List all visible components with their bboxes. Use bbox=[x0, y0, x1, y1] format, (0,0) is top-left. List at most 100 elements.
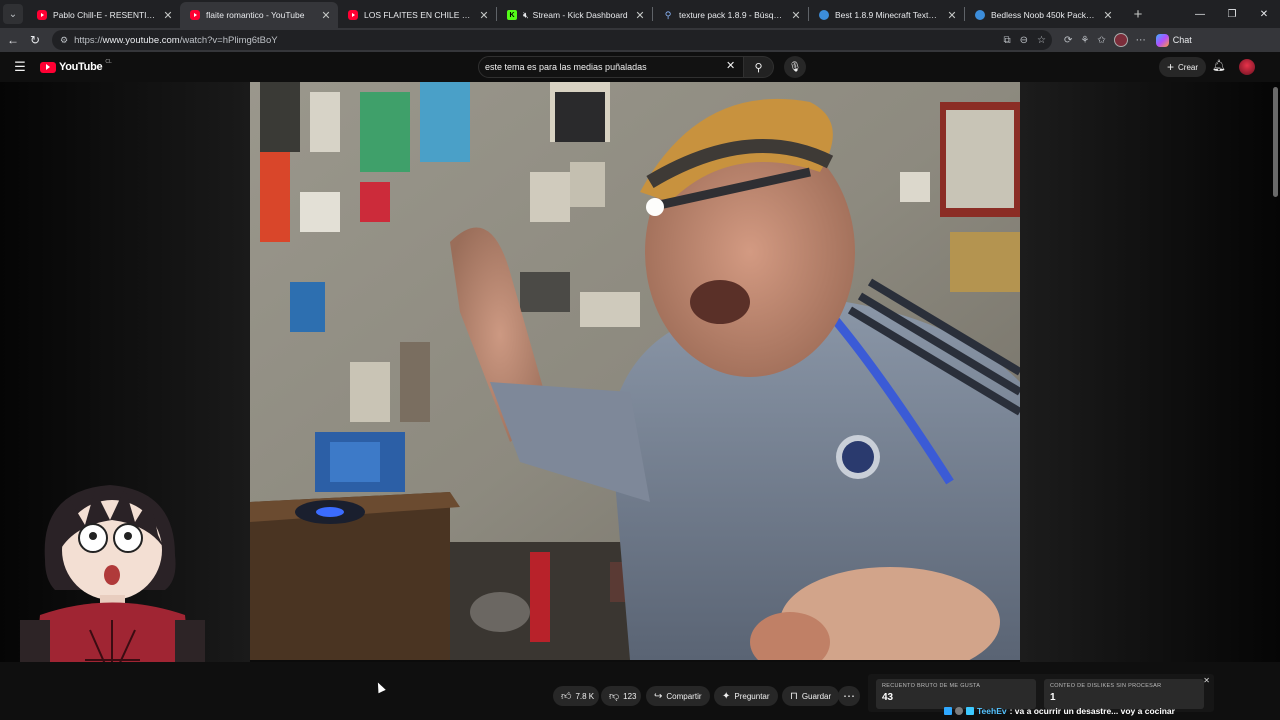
raw-dislikes-label: CONTEO DE DISLIKES SIN PROCESAR bbox=[1050, 683, 1162, 689]
raw-dislikes-value: 1 bbox=[1050, 692, 1056, 703]
close-icon[interactable]: ✕ bbox=[634, 9, 646, 22]
share-button[interactable]: ↪ Compartir bbox=[646, 686, 710, 706]
tab-title: texture pack 1.8.9 - Búsqueda bbox=[679, 10, 784, 20]
zoom-icon[interactable]: ⊖ bbox=[1020, 35, 1028, 46]
extensions-icon[interactable]: ⚘ bbox=[1080, 35, 1089, 46]
close-window-icon[interactable]: ✕ bbox=[1248, 9, 1280, 20]
like-button[interactable]: 👍︎ 7.8 K bbox=[553, 686, 599, 706]
microphone-icon: 🎙︎ bbox=[788, 61, 802, 73]
tab-texture-pack-search[interactable]: ⚲ texture pack 1.8.9 - Búsqueda ✕ bbox=[653, 2, 808, 28]
browser-tab-strip: ⌄ Pablo Chill-E - RESENTIA - YouTube ✕ f… bbox=[0, 0, 1280, 28]
tab-title: flaite romantico - YouTube bbox=[206, 10, 305, 20]
profile-avatar[interactable] bbox=[1113, 33, 1128, 47]
close-icon[interactable]: ✕ bbox=[1102, 9, 1114, 22]
omnibox-actions: ⧉ ⊖ ☆ bbox=[1004, 35, 1053, 46]
address-bar[interactable]: ⚙ https://www.youtube.com/watch?v=hPlimg… bbox=[52, 30, 1052, 50]
ask-button[interactable]: ✦ Preguntar bbox=[714, 686, 778, 706]
thumbs-down-icon: 👎︎ bbox=[609, 691, 620, 702]
sparkle-icon: ✦ bbox=[722, 690, 731, 702]
search-icon: ⚲ bbox=[664, 9, 672, 20]
video-actions-bar: 👍︎ 7.8 K 👎︎ 123 ↪ Compartir ✦ Preguntar … bbox=[0, 662, 1280, 720]
tab-bedless-noob-pack[interactable]: Bedless Noob 450k Pack (Galaxy 1 ✕ bbox=[965, 2, 1120, 28]
close-icon[interactable]: ✕ bbox=[320, 9, 332, 22]
menu-icon[interactable]: ☰ bbox=[0, 59, 40, 75]
tab-title: Bedless Noob 450k Pack (Galaxy 1 bbox=[991, 10, 1096, 20]
tab-los-flaites[interactable]: LOS FLAITES EN CHILE - YouTube ✕ bbox=[338, 2, 496, 28]
close-icon[interactable]: ✕ bbox=[946, 9, 958, 22]
minimize-icon[interactable]: — bbox=[1184, 9, 1216, 20]
site-info-icon[interactable]: ⚙ bbox=[60, 35, 68, 46]
tab-search-button[interactable]: ⌄ bbox=[3, 4, 23, 24]
youtube-icon bbox=[348, 10, 358, 20]
back-arrow-icon[interactable]: ← bbox=[2, 33, 24, 47]
youtube-logo[interactable]: YouTube CL bbox=[40, 59, 112, 73]
tab-title: Stream - Kick Dashboard bbox=[532, 10, 628, 20]
raw-likes-box: RECUENTO BRUTO DE ME GUSTA 43 bbox=[876, 679, 1036, 709]
more-actions-button[interactable]: ⋯ bbox=[838, 686, 860, 706]
account-avatar[interactable] bbox=[1239, 59, 1255, 75]
video-frame-image bbox=[250, 82, 1020, 660]
search-icon: ⚲ bbox=[754, 61, 763, 74]
notifications-bell-icon[interactable]: 🔔︎ bbox=[1212, 59, 1226, 72]
create-button[interactable]: + Crear bbox=[1159, 57, 1207, 77]
tab-title: LOS FLAITES EN CHILE - YouTube bbox=[364, 10, 472, 20]
country-code: CL bbox=[105, 59, 112, 65]
stream-chat-message: TeehEv : va a ocurrir un desastre... voy… bbox=[944, 706, 1175, 716]
browser-toolbar: ← ↻ ⚙ https://www.youtube.com/watch?v=hP… bbox=[0, 28, 1280, 52]
close-icon[interactable]: ✕ bbox=[478, 9, 490, 22]
save-button[interactable]: ⊓ Guardar bbox=[782, 686, 840, 706]
search-input[interactable] bbox=[478, 56, 744, 78]
chat-username: TeehEv bbox=[977, 706, 1007, 716]
copilot-icon bbox=[1155, 33, 1169, 47]
restore-icon[interactable]: ❐ bbox=[1216, 9, 1248, 20]
chat-text: : va a ocurrir un desastre... voy a coci… bbox=[1009, 706, 1175, 716]
raw-dislikes-box: CONTEO DE DISLIKES SIN PROCESAR 1 bbox=[1044, 679, 1204, 709]
youtube-icon bbox=[37, 10, 47, 20]
chevron-down-icon: ⌄ bbox=[8, 8, 18, 20]
tab-title: Pablo Chill-E - RESENTIA - YouTube bbox=[53, 10, 156, 20]
dislike-button[interactable]: 👎︎ 123 bbox=[601, 686, 641, 706]
close-icon[interactable]: ✕ bbox=[790, 9, 802, 22]
tab-title: Best 1.8.9 Minecraft Texture Packs bbox=[835, 10, 940, 20]
close-icon[interactable]: ✕ bbox=[162, 9, 174, 22]
moderator-badge-icon bbox=[944, 707, 952, 715]
raw-likes-label: RECUENTO BRUTO DE ME GUSTA bbox=[882, 683, 981, 689]
favorite-star-icon[interactable]: ☆ bbox=[1037, 35, 1046, 46]
new-tab-button[interactable]: + bbox=[1130, 6, 1146, 23]
copilot-chat-button[interactable]: Chat bbox=[1155, 33, 1192, 47]
muted-speaker-icon[interactable]: 🔇︎ bbox=[523, 10, 529, 21]
tab-flaite-romantico[interactable]: flaite romantico - YouTube ✕ bbox=[180, 2, 338, 28]
youtube-play-icon bbox=[40, 61, 56, 73]
globe-icon bbox=[819, 10, 829, 20]
dislike-count: 123 bbox=[623, 691, 637, 701]
kick-icon: K bbox=[507, 10, 517, 20]
toolbar-icons: ⟳ ⚘ ✩ ⋯ bbox=[1064, 33, 1146, 47]
subscriber-badge-icon bbox=[955, 707, 963, 715]
more-menu-icon[interactable]: ⋯ bbox=[1136, 35, 1146, 46]
ask-label: Preguntar bbox=[734, 691, 770, 701]
search-box: ✕ ⚲ bbox=[478, 56, 774, 78]
raw-likes-value: 43 bbox=[882, 692, 894, 703]
video-player[interactable] bbox=[250, 82, 1020, 660]
voice-search-button[interactable]: 🎙︎ bbox=[784, 56, 806, 78]
app-install-icon[interactable]: ⧉ bbox=[1004, 35, 1011, 46]
tab-pablo-chill-e[interactable]: Pablo Chill-E - RESENTIA - YouTube ✕ bbox=[27, 2, 180, 28]
tab-best-texture-packs[interactable]: Best 1.8.9 Minecraft Texture Packs ✕ bbox=[809, 2, 964, 28]
close-icon[interactable]: ✕ bbox=[1203, 676, 1210, 685]
page-scrollbar[interactable] bbox=[1273, 87, 1278, 197]
youtube-icon bbox=[190, 10, 200, 20]
search-button[interactable]: ⚲ bbox=[744, 56, 774, 78]
refresh-extension-icon[interactable]: ⟳ bbox=[1064, 35, 1072, 46]
url-scheme: https:// bbox=[74, 34, 103, 46]
favorites-icon[interactable]: ✩ bbox=[1097, 35, 1105, 46]
share-label: Compartir bbox=[666, 691, 702, 701]
clear-search-icon[interactable]: ✕ bbox=[726, 59, 735, 72]
like-count: 7.8 K bbox=[575, 691, 595, 701]
save-label: Guardar bbox=[801, 691, 832, 701]
create-label: Crear bbox=[1178, 62, 1199, 72]
youtube-wordmark: YouTube bbox=[59, 61, 103, 73]
more-horizontal-icon: ⋯ bbox=[843, 689, 855, 703]
tab-kick-dashboard[interactable]: K 🔇︎ Stream - Kick Dashboard ✕ bbox=[497, 2, 652, 28]
chat-label: Chat bbox=[1172, 35, 1192, 45]
reload-icon[interactable]: ↻ bbox=[24, 33, 46, 47]
